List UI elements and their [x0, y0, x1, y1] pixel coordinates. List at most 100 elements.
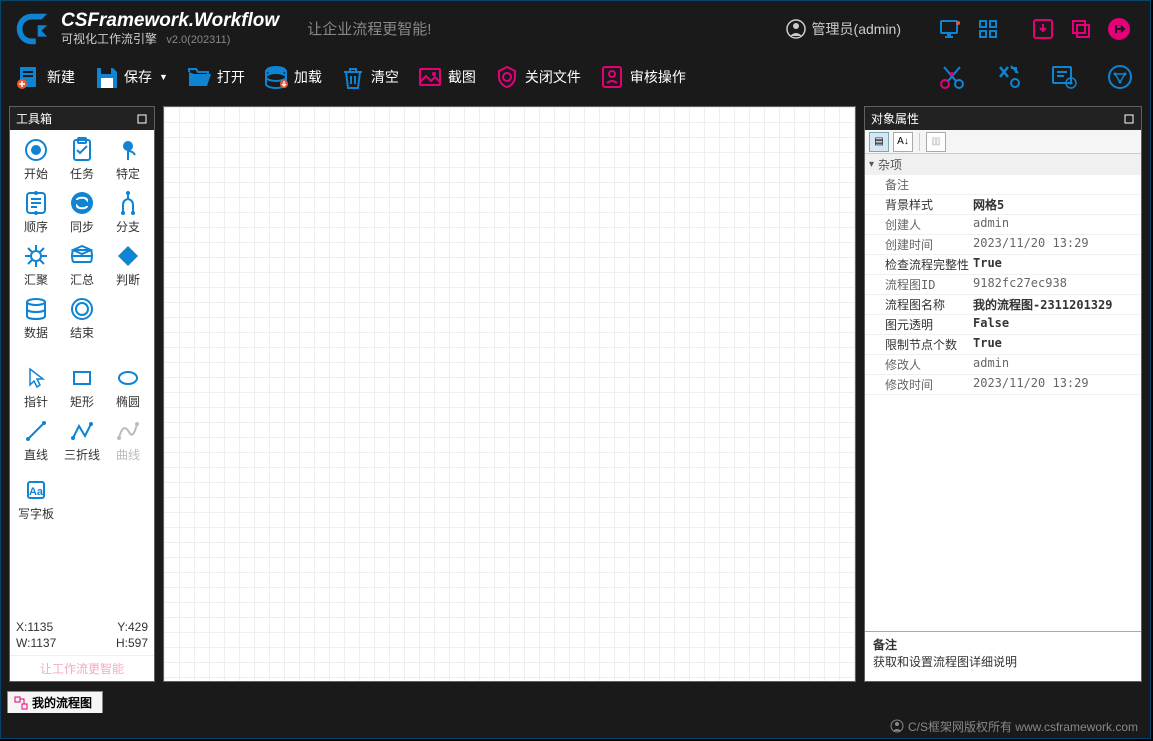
- tool-icon: [69, 190, 95, 216]
- property-row[interactable]: 修改时间2023/11/20 13:29: [865, 375, 1141, 395]
- clear-icon: [340, 64, 366, 90]
- load-button[interactable]: 加载: [263, 64, 322, 90]
- toolbox-footer: 让工作流更智能: [10, 655, 154, 681]
- toolbox-title-bar: 工具箱: [10, 107, 154, 130]
- pin-icon[interactable]: [136, 113, 148, 125]
- tool-同步[interactable]: 同步: [60, 187, 104, 238]
- app-logo-icon: [13, 10, 51, 48]
- header-copy-button[interactable]: [1069, 17, 1093, 41]
- tool-分支[interactable]: 分支: [106, 187, 150, 238]
- property-row[interactable]: 流程图ID9182fc27ec938: [865, 275, 1141, 295]
- tool-icon: [69, 365, 95, 391]
- tool-任务[interactable]: 任务: [60, 134, 104, 185]
- pin-icon[interactable]: [1123, 113, 1135, 125]
- tool-icon: [69, 243, 95, 269]
- property-row[interactable]: 图元透明False: [865, 315, 1141, 335]
- property-row[interactable]: 创建时间2023/11/20 13:29: [865, 235, 1141, 255]
- tool-config-button[interactable]: [1049, 62, 1079, 92]
- property-row[interactable]: 背景样式网格5: [865, 195, 1141, 215]
- header-monitor-button[interactable]: [938, 17, 962, 41]
- property-row[interactable]: 检查流程完整性True: [865, 255, 1141, 275]
- tool-指针[interactable]: 指针: [14, 362, 58, 413]
- main-toolbar: 新建 保存 ▼ 打开 加载 清空 截图 关闭文件 审核操作: [1, 56, 1150, 98]
- load-icon: [263, 64, 289, 90]
- category-header[interactable]: ▾杂项: [865, 154, 1141, 175]
- sort-az-button[interactable]: A↓: [893, 132, 913, 152]
- property-row[interactable]: 修改人admin: [865, 355, 1141, 375]
- close-file-icon: [494, 64, 520, 90]
- tool-写字板[interactable]: Aa写字板: [14, 474, 58, 525]
- tool-数据[interactable]: 数据: [14, 293, 58, 344]
- close-file-button[interactable]: 关闭文件: [494, 64, 581, 90]
- tool-椭圆[interactable]: 椭圆: [106, 362, 150, 413]
- tool-icon: [69, 296, 95, 322]
- svg-text:Aa: Aa: [29, 486, 44, 498]
- properties-panel: 对象属性 ▤ A↓ ▥ ▾杂项 备注背景样式网格5创建人admin创建时间202…: [864, 106, 1142, 682]
- tool-曲线[interactable]: 曲线: [106, 415, 150, 466]
- tool-汇总[interactable]: 汇总: [60, 240, 104, 291]
- open-icon: [186, 64, 212, 90]
- tool-icon: [23, 365, 49, 391]
- tool-开始[interactable]: 开始: [14, 134, 58, 185]
- tool-icon: [23, 190, 49, 216]
- app-version: v2.0(202311): [166, 34, 230, 46]
- header-download-button[interactable]: [1031, 17, 1055, 41]
- app-tagline: 让企业流程更智能!: [307, 18, 431, 39]
- tool-icon: Aa: [23, 477, 49, 503]
- tool-汇聚[interactable]: 汇聚: [14, 240, 58, 291]
- tool-特定[interactable]: 特定: [106, 134, 150, 185]
- tool-icon: [23, 137, 49, 163]
- new-icon: [16, 64, 42, 90]
- categorize-button[interactable]: ▤: [869, 132, 889, 152]
- app-subtitle: 可视化工作流引擎 v2.0(202311): [61, 32, 279, 47]
- app-title: CSFramework.Workflow: [61, 10, 279, 33]
- property-pages-button[interactable]: ▥: [926, 132, 946, 152]
- toolbox-panel: 工具箱 开始任务特定顺序同步分支汇聚汇总判断数据结束 指针矩形椭圆直线三折线曲线…: [9, 106, 155, 682]
- chevron-down-icon: ▼: [159, 72, 168, 82]
- tool-icon: [115, 365, 141, 391]
- screenshot-icon: [417, 64, 443, 90]
- tool-判断[interactable]: 判断: [106, 240, 150, 291]
- tool-结束[interactable]: 结束: [60, 293, 104, 344]
- tool-settings-button[interactable]: [993, 62, 1023, 92]
- tool-三折线[interactable]: 三折线: [60, 415, 104, 466]
- tool-矩形[interactable]: 矩形: [60, 362, 104, 413]
- tool-直线[interactable]: 直线: [14, 415, 58, 466]
- property-row[interactable]: 限制节点个数True: [865, 335, 1141, 355]
- user-icon: [786, 19, 806, 39]
- property-row[interactable]: 创建人admin: [865, 215, 1141, 235]
- tool-icon: [69, 418, 95, 444]
- tool-icon: [115, 137, 141, 163]
- workflow-canvas[interactable]: [163, 106, 856, 682]
- tool-component-button[interactable]: [1105, 62, 1135, 92]
- audit-button[interactable]: 审核操作: [599, 64, 686, 90]
- document-tabs: 我的流程图: [1, 690, 1150, 714]
- properties-title-bar: 对象属性: [865, 107, 1141, 130]
- new-button[interactable]: 新建: [16, 64, 75, 90]
- property-description: 备注 获取和设置流程图详细说明: [865, 631, 1141, 681]
- tool-icon: [115, 243, 141, 269]
- tool-icon: [115, 418, 141, 444]
- tool-cut-button[interactable]: [937, 62, 967, 92]
- properties-toolbar: ▤ A↓ ▥: [865, 130, 1141, 154]
- user-info[interactable]: 管理员(admin): [786, 19, 901, 39]
- open-button[interactable]: 打开: [186, 64, 245, 90]
- status-bar: C/S框架网版权所有 www.csframework.com: [1, 714, 1150, 738]
- header-exit-button[interactable]: [1107, 17, 1131, 41]
- tool-icon: [23, 418, 49, 444]
- coordinates-display: X:1135Y:429 W:1137H:597: [10, 615, 154, 655]
- clear-button[interactable]: 清空: [340, 64, 399, 90]
- app-header: CSFramework.Workflow 可视化工作流引擎 v2.0(20231…: [1, 1, 1150, 56]
- tool-icon: [23, 296, 49, 322]
- property-row[interactable]: 备注: [865, 175, 1141, 195]
- diagram-icon: [14, 696, 28, 710]
- collapse-icon: ▾: [869, 159, 874, 170]
- screenshot-button[interactable]: 截图: [417, 64, 476, 90]
- tool-icon: [23, 243, 49, 269]
- save-button[interactable]: 保存 ▼: [93, 64, 168, 90]
- header-apps-button[interactable]: [976, 17, 1000, 41]
- property-row[interactable]: 流程图名称我的流程图-2311201329: [865, 295, 1141, 315]
- tool-顺序[interactable]: 顺序: [14, 187, 58, 238]
- document-tab[interactable]: 我的流程图: [7, 691, 103, 713]
- save-icon: [93, 64, 119, 90]
